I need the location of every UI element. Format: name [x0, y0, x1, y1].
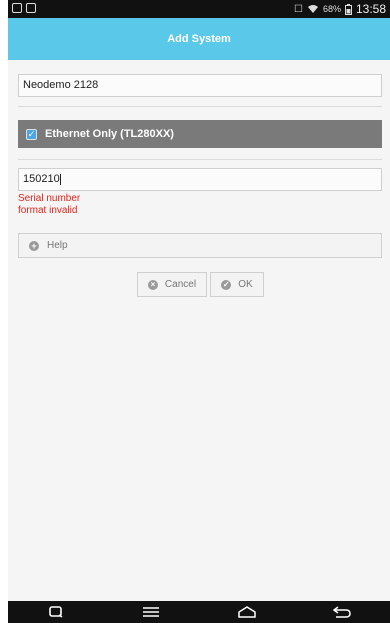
ok-label: OK — [238, 279, 253, 290]
wifi-icon — [307, 5, 318, 13]
recent-apps-icon[interactable] — [45, 605, 67, 619]
plus-icon: + — [29, 240, 39, 251]
clock: 13:58 — [355, 2, 386, 16]
battery-percent: 68% — [322, 4, 341, 14]
cancel-button[interactable]: × Cancel — [137, 272, 207, 297]
text-cursor — [59, 173, 61, 185]
serial-number-value: 150210 — [23, 173, 60, 185]
menu-icon[interactable] — [140, 605, 162, 619]
check-icon: ✓ — [221, 279, 232, 290]
back-icon[interactable] — [331, 605, 353, 619]
checkbox-checked-icon[interactable]: ✓ — [26, 128, 37, 140]
cancel-label: Cancel — [164, 279, 197, 290]
divider — [18, 159, 382, 160]
battery-icon — [344, 3, 352, 15]
navigation-bar — [8, 601, 390, 623]
gallery-notification-icon — [12, 3, 22, 13]
divider — [18, 106, 382, 107]
ethernet-only-label: Ethernet Only (TL280XX) — [45, 128, 174, 140]
ok-button[interactable]: ✓ OK — [210, 272, 264, 297]
serial-error-message: Serial number format invalid — [18, 193, 81, 216]
phone-icon: ☐ — [293, 3, 303, 15]
help-label: Help — [47, 240, 68, 251]
page-title: Add System — [167, 33, 231, 45]
status-bar: ☐ 68% 13:58 — [8, 0, 390, 18]
serial-number-input[interactable]: 150210 — [18, 168, 382, 191]
cancel-icon: × — [147, 279, 158, 290]
app-notification-icon — [26, 3, 36, 13]
title-bar: Add System — [8, 18, 390, 60]
system-name-input[interactable]: Neodemo 2128 — [18, 74, 382, 97]
help-button[interactable]: + Help — [18, 233, 382, 258]
home-icon[interactable] — [236, 605, 258, 619]
ethernet-only-checkbox-row[interactable]: ✓ Ethernet Only (TL280XX) — [18, 120, 382, 148]
